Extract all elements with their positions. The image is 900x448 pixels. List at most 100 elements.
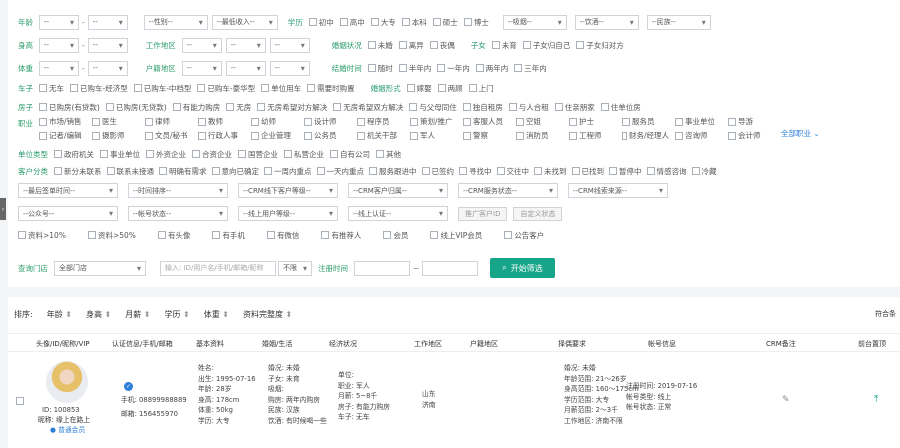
customer-option[interactable]: 已签约 [421, 166, 454, 177]
keyword-type-select[interactable]: 不限 [278, 260, 312, 276]
house-option[interactable]: 与人合租 [508, 102, 549, 113]
job-option[interactable]: 幼师 [251, 116, 298, 127]
crm-service-select[interactable]: --CRM服务状态-- [458, 183, 558, 198]
profile-flag-option[interactable]: 有头像 [157, 230, 190, 241]
company-option[interactable]: 其他 [376, 149, 401, 160]
sort-completeness[interactable]: 资料完整度 [243, 309, 292, 320]
reg-date-to[interactable] [422, 260, 479, 276]
job-option[interactable]: 教师 [198, 116, 245, 127]
pin-top-icon[interactable]: ⤒ [874, 394, 878, 405]
customer-option[interactable]: 联系未接通 [106, 166, 154, 177]
customer-option[interactable]: 情感咨询 [646, 166, 687, 177]
work-area-province[interactable]: -- [181, 37, 222, 53]
online-level-select[interactable]: --线上用户等级-- [238, 206, 338, 221]
avatar[interactable] [46, 361, 88, 403]
customer-option[interactable]: 已找到 [571, 166, 604, 177]
work-area-district[interactable]: -- [269, 37, 310, 53]
sort-education[interactable]: 学历 [164, 309, 189, 320]
height-to-select[interactable]: -- [87, 37, 128, 53]
house-option[interactable]: 无房希望对方解决 [257, 102, 327, 113]
profile-flag-option[interactable]: 公告客户 [504, 230, 544, 241]
company-option[interactable]: 政府机关 [54, 149, 94, 160]
customer-option[interactable]: 冷藏 [691, 166, 717, 177]
custom-status-button[interactable]: 自定义状态 [513, 206, 563, 221]
profile-flag-option[interactable]: 资料>10% [18, 230, 66, 241]
keyword-input[interactable]: 输入: ID/用户名/手机/邮箱/昵称 [160, 260, 276, 276]
sort-weight[interactable]: 体重 [204, 309, 229, 320]
company-option[interactable]: 私营企业 [284, 149, 324, 160]
ethnicity-select[interactable]: --民族-- [646, 14, 711, 30]
profile-flag-option[interactable]: 线上VIP会员 [430, 230, 482, 241]
house-option[interactable]: 无房希望双方解决 [333, 102, 403, 113]
job-option[interactable]: 咨询师 [675, 130, 722, 141]
weight-from-select[interactable]: -- [39, 60, 79, 76]
search-button[interactable]: ⌕ 开始筛选 [490, 258, 555, 278]
time-sort-select[interactable]: --时间排序-- [128, 183, 228, 198]
all-jobs-link[interactable]: 全部职业 ⌄ [781, 128, 820, 139]
customer-option[interactable]: 交往中 [496, 166, 529, 177]
hukou-district[interactable]: -- [269, 60, 310, 76]
car-option[interactable]: 已购车-经济型 [70, 83, 128, 94]
side-collapse-tab[interactable]: › [0, 198, 6, 220]
marriage-option[interactable]: 未婚 [367, 40, 393, 51]
hukou-city[interactable]: -- [225, 60, 266, 76]
job-option[interactable]: 服务员 [622, 116, 669, 127]
edit-note-icon[interactable]: ✎ [782, 395, 790, 405]
customer-option[interactable]: 暂停中 [609, 166, 642, 177]
marry-time-option[interactable]: 随时 [367, 63, 393, 74]
profile-flag-option[interactable]: 有推荐人 [321, 230, 361, 241]
house-option[interactable]: 独自租房 [462, 102, 503, 113]
customer-option[interactable]: 明确有需求 [159, 166, 207, 177]
marry-time-option[interactable]: 三年内 [514, 63, 547, 74]
education-option[interactable]: 博士 [463, 17, 489, 28]
job-option[interactable]: 市场/销售 [39, 116, 86, 127]
job-option[interactable]: 消防员 [516, 130, 563, 141]
house-option[interactable]: 无房 [226, 102, 251, 113]
job-option[interactable]: 事业单位 [675, 116, 722, 127]
sort-age[interactable]: 年龄 [47, 309, 72, 320]
education-option[interactable]: 初中 [308, 17, 334, 28]
store-select[interactable]: 全部门店 [54, 260, 146, 276]
job-option[interactable]: 律师 [145, 116, 192, 127]
house-option[interactable]: 已购房(无贷款) [105, 102, 167, 113]
education-option[interactable]: 高中 [339, 17, 365, 28]
account-status-select[interactable]: --帐号状态-- [128, 206, 228, 221]
wedding-option[interactable]: 两顾 [437, 83, 463, 94]
car-option[interactable]: 需要时购置 [307, 83, 355, 94]
job-option[interactable]: 空姐 [516, 116, 563, 127]
customer-option[interactable]: 意向已确定 [211, 166, 259, 177]
education-option[interactable]: 硕士 [432, 17, 458, 28]
job-option[interactable]: 财务/经理人 [622, 130, 669, 141]
age-to-select[interactable]: -- [87, 14, 128, 30]
age-from-select[interactable]: -- [39, 14, 79, 30]
row-select-checkbox[interactable] [16, 397, 26, 405]
job-option[interactable]: 行政人事 [198, 130, 245, 141]
car-option[interactable]: 已购车-中档型 [133, 83, 191, 94]
job-option[interactable]: 企业管理 [251, 130, 298, 141]
wechat-account-select[interactable]: --公众号-- [18, 206, 118, 221]
children-option[interactable]: 未育 [491, 40, 517, 51]
customer-option[interactable]: 一周内重点 [264, 166, 312, 177]
job-option[interactable]: 工程师 [569, 130, 616, 141]
company-option[interactable]: 事业单位 [100, 149, 140, 160]
job-option[interactable]: 公务员 [304, 130, 351, 141]
house-option[interactable]: 住单位房 [600, 102, 641, 113]
wedding-option[interactable]: 上门 [468, 83, 494, 94]
car-option[interactable]: 无车 [39, 83, 64, 94]
house-option[interactable]: 已购房(有贷款) [39, 102, 100, 113]
job-option[interactable]: 文员/秘书 [145, 130, 192, 141]
customer-option[interactable]: 新分未联系 [54, 166, 102, 177]
job-option[interactable]: 警察 [463, 130, 510, 141]
job-option[interactable]: 客服人员 [463, 116, 510, 127]
crm-owner-select[interactable]: --CRM客户归属-- [348, 183, 448, 198]
company-option[interactable]: 自有公司 [330, 149, 370, 160]
job-option[interactable]: 军人 [410, 130, 457, 141]
house-option[interactable]: 有能力购房 [172, 102, 220, 113]
job-option[interactable]: 导游 [728, 116, 775, 127]
sort-height[interactable]: 身高 [86, 309, 111, 320]
crm-source-select[interactable]: --CRM线索来源-- [568, 183, 668, 198]
weight-to-select[interactable]: -- [87, 60, 128, 76]
education-option[interactable]: 本科 [401, 17, 427, 28]
house-option[interactable]: 住亲朋家 [554, 102, 595, 113]
marry-time-option[interactable]: 一年内 [437, 63, 470, 74]
